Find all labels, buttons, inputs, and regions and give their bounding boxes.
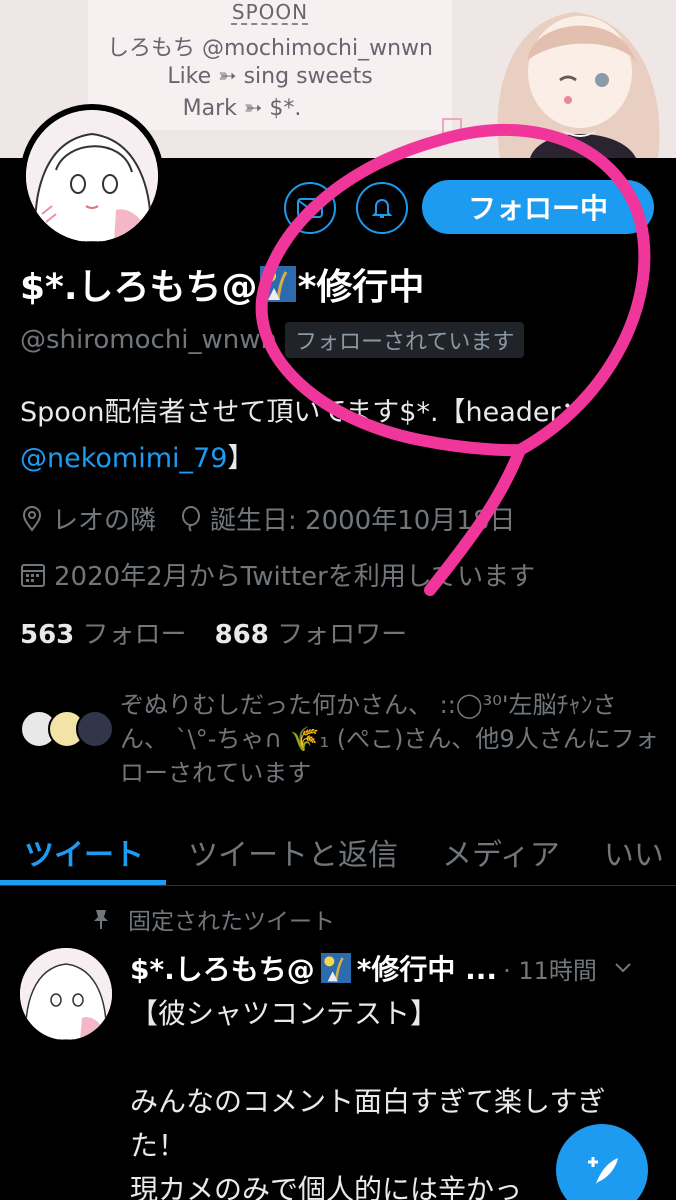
bio-text: Spoon配信者させて頂いてます$*.【header： [20,397,588,428]
profile-name-suffix: *修行中 [297,267,425,308]
joined-row: 2020年2月からTwitterを利用しています [20,556,535,593]
following-link[interactable]: 563 フォロー [20,614,187,651]
tab-tweets[interactable]: ツイート [24,820,144,885]
profile-bio: Spoon配信者させて頂いてます$*.【header： @nekomimi_79… [20,390,660,482]
followers-link[interactable]: 868 フォロワー [215,614,408,651]
following-button[interactable]: フォロー中 [422,180,654,234]
joined-item: 2020年2月からTwitterを利用しています [20,556,535,593]
following-count: 563 [20,620,75,650]
bio-end: 】 [227,443,255,474]
bio-mention-link[interactable]: @nekomimi_79 [20,443,227,474]
followers-label: フォロワー [277,620,408,650]
follower-avatar [76,710,114,748]
followers-count: 868 [214,620,269,650]
tab-tweets-and-replies[interactable]: ツイートと返信 [188,820,398,885]
banner-square-decoration [442,118,462,138]
bell-icon [371,199,393,218]
followed-by-text: ぞぬりむしだった何かさん、 ::◯³⁰'左脳ﾁｬﾝさん、 ˋ\°-ちゃ∩ 🌾₁ … [120,691,659,787]
calendar-icon [21,563,45,587]
active-tab-indicator [0,880,166,885]
banner-line-1: しろもち @mochimochi_wnwn [107,36,433,61]
rice-plant-emoji-icon [259,266,296,302]
message-button[interactable] [284,182,336,234]
handle-row: @shiromochi_wnwn フォローされています [20,322,525,358]
feather-plus-icon [588,1157,618,1184]
profile-avatar[interactable] [20,104,164,248]
tab-likes[interactable]: いい [604,820,664,885]
follow-stats: 563 フォロー 868 フォロワー [20,614,407,651]
birthday-item: 誕生日: 2000年10月18日 [180,500,515,537]
rice-plant-emoji-icon [320,953,351,983]
profile-tabs: ツイート ツイートと返信 メディア いい [0,820,676,886]
tweet-author-name[interactable]: $*.しろもち@ [130,948,315,988]
tweet-author-suffix: *修行中 ... [356,953,498,986]
pinned-label: 固定されたツイート [128,909,335,935]
profile-meta-row: レオの隣 誕生日: 2000年10月18日 [20,500,515,537]
followed-by-section[interactable]: ぞぬりむしだった何かさん、 ::◯³⁰'左脳ﾁｬﾝさん、 ˋ\°-ちゃ∩ 🌾₁ … [20,688,660,790]
mail-icon [297,198,323,218]
balloon-icon [182,505,201,532]
chevron-down-icon[interactable] [613,961,633,975]
location-item: レオの隣 [20,500,156,537]
tweet-author-avatar[interactable] [20,948,112,1040]
profile-handle: @shiromochi_wnwn [20,325,277,355]
location-text: レオの隣 [52,506,157,536]
followed-by-avatars [20,710,120,770]
banner-illustration [497,12,660,158]
pin-icon [94,910,108,929]
following-label: フォロー [82,620,187,650]
birthday-text: 誕生日: 2000年10月18日 [210,506,516,536]
banner-line-2: Like ➳ sing sweets [167,64,373,89]
pinned-label-row: 固定されたツイート [92,902,335,936]
tweet-timestamp: · 11時間 [503,956,597,985]
joined-text: 2020年2月からTwitterを利用しています [54,562,536,592]
follows-you-badge: フォローされています [285,322,525,358]
profile-name-prefix: $*.しろもち@ [20,267,258,308]
tweet-header: $*.しろもち@ *修行中 ... · 11時間 [130,948,633,988]
avatar-image [26,110,158,242]
tab-media[interactable]: メディア [442,820,560,885]
location-pin-icon [22,505,42,532]
banner-title: SPOON [231,0,309,24]
notifications-button[interactable] [356,182,408,234]
profile-name: $*.しろもち@ *修行中 [20,258,424,310]
